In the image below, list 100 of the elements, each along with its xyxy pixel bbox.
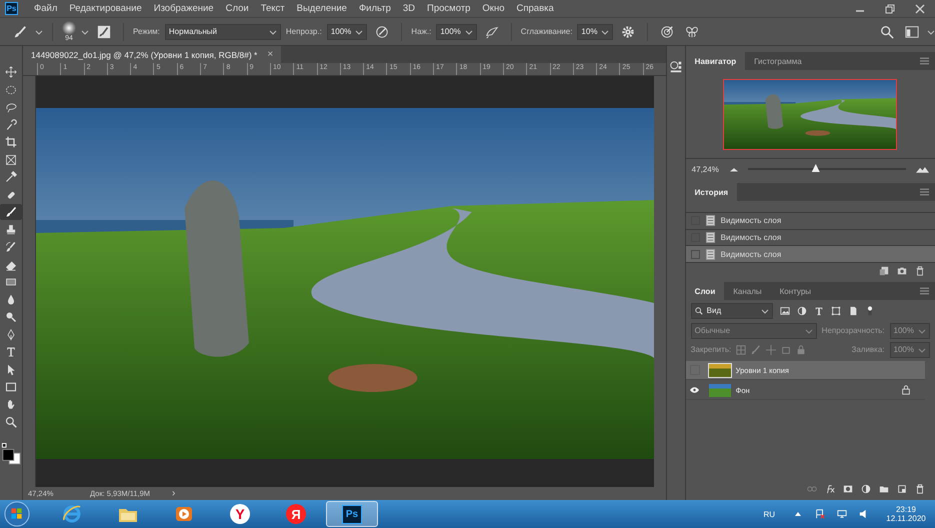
frame-tool-icon <box>5 154 17 166</box>
caret-icon[interactable] <box>81 28 89 36</box>
fx-icon[interactable] <box>825 484 835 494</box>
close-icon[interactable] <box>915 4 925 14</box>
caret-icon[interactable] <box>35 28 43 36</box>
caret-icon <box>268 28 277 36</box>
document-icon <box>706 248 715 260</box>
restore-icon[interactable] <box>885 4 895 14</box>
panel-menu-icon[interactable] <box>920 57 929 65</box>
butterfly-icon[interactable] <box>685 24 700 38</box>
eye-icon[interactable] <box>690 387 700 393</box>
browser-logo: Y <box>230 504 250 524</box>
caret-icon <box>464 28 473 36</box>
airbrush-icon[interactable] <box>484 24 499 38</box>
brush-tool[interactable] <box>0 204 22 220</box>
menu-item[interactable]: Изображение <box>148 3 220 14</box>
panel-tab[interactable]: История <box>686 183 738 201</box>
pressure-size-icon[interactable] <box>660 24 674 38</box>
folder-icon[interactable] <box>879 484 889 494</box>
new-document-icon[interactable] <box>879 266 889 276</box>
caret-icon <box>601 28 610 36</box>
menu-item[interactable]: Редактирование <box>63 3 148 14</box>
mode-label: Режим: <box>133 27 160 36</box>
history-item[interactable]: Видимость слоя <box>686 246 935 263</box>
brush-tool-icon <box>5 206 17 218</box>
app-logo[interactable]: Ps <box>5 2 18 15</box>
caret-icon <box>355 28 364 36</box>
yandex-browser-taskbar-button[interactable]: Y <box>214 501 266 527</box>
menu-item[interactable]: Слои <box>220 3 255 14</box>
panel-tab[interactable]: Слои <box>686 282 724 300</box>
yandex-taskbar-button[interactable]: Я <box>270 501 322 527</box>
zoom-out-icon[interactable] <box>730 166 738 172</box>
menu-item[interactable]: Файл <box>28 3 64 14</box>
start-button[interactable] <box>4 501 30 527</box>
caret-icon <box>760 306 769 314</box>
menu-item[interactable]: Просмотр <box>421 3 476 14</box>
smart-object-filter-icon[interactable] <box>848 306 858 316</box>
eyedropper-tool-icon <box>5 171 17 183</box>
zoom-in-icon[interactable] <box>916 166 929 172</box>
crop-tool-icon <box>5 136 17 148</box>
panel-menu-icon[interactable] <box>920 287 929 295</box>
menu-item[interactable]: Справка <box>510 3 560 14</box>
language-indicator[interactable]: RU <box>763 510 775 518</box>
opacity-field[interactable]: 100% <box>326 24 368 40</box>
pressure-opacity-icon[interactable] <box>375 24 390 38</box>
camera-icon[interactable] <box>897 266 907 276</box>
document-tab[interactable]: 1449089022_do1.jpg @ 47,2% (Уровни 1 копия, RGB/8#) * × <box>23 46 282 63</box>
brush-icon[interactable] <box>13 24 27 38</box>
type-tool-icon <box>5 346 17 358</box>
zoom-slider-thumb[interactable] <box>812 164 820 172</box>
menu-item[interactable]: Выделение <box>290 3 353 14</box>
menu-item[interactable]: 3D <box>396 3 422 14</box>
panel-tab[interactable]: Контуры <box>770 282 820 300</box>
workspace-icon[interactable] <box>905 24 919 38</box>
zoom-tool-icon <box>5 416 17 428</box>
e-logo-icon <box>62 504 82 524</box>
history-item[interactable]: Видимость слоя <box>686 212 935 230</box>
document-icon <box>706 215 715 226</box>
trash-icon[interactable] <box>915 266 925 276</box>
panel-tab[interactable]: Навигатор <box>686 52 746 70</box>
mask-icon[interactable] <box>843 484 853 494</box>
shape-filter-icon[interactable] <box>830 306 841 316</box>
adjustment-icon[interactable] <box>861 484 871 494</box>
brush-tip-icon[interactable] <box>62 21 76 35</box>
flag-icon[interactable] <box>815 509 825 519</box>
layer-filter-dropdown[interactable]: Вид <box>690 302 773 318</box>
caret-icon[interactable] <box>927 28 935 36</box>
caret-icon <box>804 326 813 334</box>
menu-item[interactable]: Фильтр <box>352 3 397 14</box>
network-icon[interactable] <box>837 509 847 519</box>
color-swatches-icon[interactable] <box>1 442 21 466</box>
smoothing-label: Сглаживание: <box>520 27 572 36</box>
lock-label: Закрепить: <box>690 345 732 354</box>
smoothing-field[interactable]: 10% <box>577 24 614 40</box>
pressure-field[interactable]: 100% <box>436 24 477 40</box>
status-menu-arrow[interactable]: › <box>172 488 176 499</box>
adjustment-filter-icon[interactable] <box>796 306 807 316</box>
menu-item[interactable]: Текст <box>254 3 291 14</box>
layer-thumbnail <box>708 364 731 376</box>
blur-tool-icon <box>5 294 17 306</box>
image-filter-icon[interactable] <box>780 306 790 316</box>
layer-thumbnail <box>708 384 731 396</box>
history-brush-tool-icon <box>5 241 17 253</box>
menu-item[interactable]: Окно <box>476 3 510 14</box>
type-filter-icon[interactable] <box>814 306 824 316</box>
move-tool-icon <box>5 66 17 78</box>
search-icon[interactable] <box>880 24 894 38</box>
clock-date[interactable]: 12.11.2020 <box>886 514 926 523</box>
navigator-zoom-field[interactable]: 47,24% <box>692 164 720 174</box>
clock-time[interactable]: 23:19 <box>896 505 916 514</box>
new-layer-icon[interactable] <box>897 484 907 494</box>
photoshop-taskbar-button[interactable]: Ps <box>326 501 378 527</box>
trash-icon[interactable] <box>915 484 925 494</box>
stamp-tool-icon <box>5 224 17 236</box>
panel-tab[interactable]: Каналы <box>724 282 771 300</box>
brush-panel-icon[interactable] <box>97 24 111 38</box>
panel-tab[interactable]: Гистограмма <box>745 52 811 70</box>
settings-icon[interactable] <box>621 24 636 38</box>
mode-dropdown[interactable]: Нормальный <box>164 24 281 40</box>
panel-menu-icon[interactable] <box>920 188 929 196</box>
